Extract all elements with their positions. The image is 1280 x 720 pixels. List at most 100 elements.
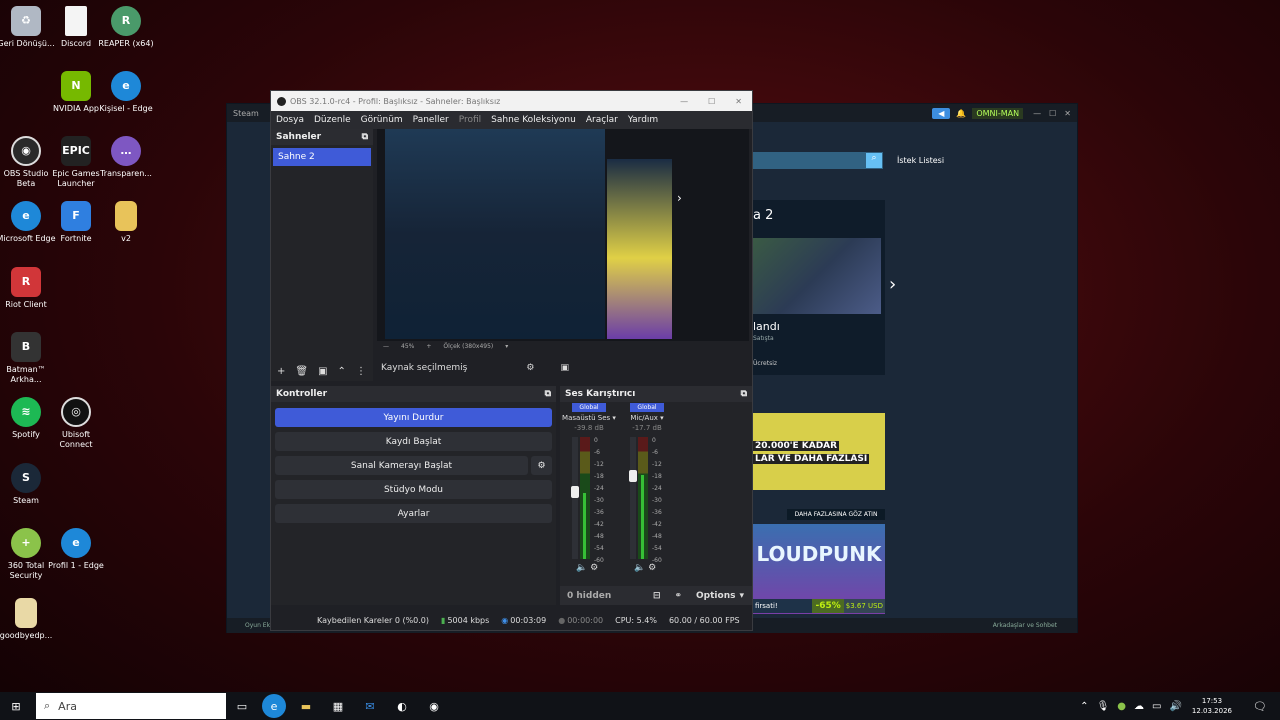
steam-search-bar[interactable] (753, 152, 883, 169)
menu-scene-collection[interactable]: Sahne Koleksiyonu (486, 115, 581, 125)
steam-add-game[interactable]: Oyun Ek (245, 622, 270, 629)
folder-icon[interactable]: ▬ (294, 694, 318, 718)
notification-icon[interactable]: 🗨 (1248, 694, 1272, 718)
search-icon[interactable]: ⌕ (866, 153, 882, 168)
gear-icon[interactable]: ⚙ (531, 456, 552, 475)
chevron-down-icon[interactable]: ▾ (739, 591, 744, 601)
mixer-channels: Global Masaüstü Ses ▾ -39.8 dB 0 -6 -12 -18 -24… (560, 403, 680, 583)
settings-button[interactable]: Ayarlar (275, 504, 552, 523)
menu-file[interactable]: Dosya (271, 115, 309, 125)
minimize-icon[interactable]: — (680, 97, 688, 106)
menu-profile[interactable]: Profil (454, 115, 486, 125)
obs-icon[interactable]: ◉ (422, 694, 446, 718)
steam-icon[interactable]: ◐ (390, 694, 414, 718)
desktop-icon-riot[interactable]: R Riot Client (0, 267, 57, 310)
preview-area[interactable]: › (377, 129, 749, 341)
zoom-out-icon[interactable]: — (383, 343, 389, 350)
dock-float-icon[interactable]: ⧉ (741, 389, 747, 399)
menu-view[interactable]: Görünüm (356, 115, 408, 125)
more-icon[interactable]: ⋮ (356, 366, 366, 377)
steam-notify-button[interactable]: ◀ (932, 107, 951, 119)
chevron-down-icon[interactable]: ▾ (505, 343, 508, 350)
mic-icon[interactable]: 🎙 (1097, 701, 1110, 712)
maximize-icon[interactable]: ☐ (1049, 109, 1056, 118)
desktop-icon-v2[interactable]: v2 (95, 201, 157, 244)
obs-window[interactable]: OBS 32.1.0-rc4 - Profil: Başlıksız - Sah… (270, 90, 753, 631)
volume-slider[interactable] (571, 437, 579, 559)
desktop-icon-goodbyedpi[interactable]: goodbyedp... (0, 598, 57, 641)
network-icon[interactable]: ▭ (1152, 701, 1161, 712)
taskbar-search[interactable]: ⌕ Ara (36, 693, 226, 719)
clock[interactable]: 17:53 12.03.2026 (1192, 696, 1232, 716)
green-app-icon[interactable]: ● (1117, 701, 1126, 712)
volume-slider[interactable] (629, 437, 637, 559)
volume-icon[interactable]: 🔊 (1169, 701, 1181, 712)
outlook-icon[interactable]: ✉ (358, 694, 382, 718)
close-icon[interactable]: ✕ (735, 97, 742, 106)
close-icon[interactable]: ✕ (1064, 109, 1071, 118)
filter-icon[interactable]: ▣ (318, 366, 327, 377)
desktop-icon-steam[interactable]: S Steam (0, 463, 57, 506)
steam-featured-card[interactable]: a 2 landı Satışta Ücretsiz (753, 200, 885, 375)
volume-icon[interactable]: 🔈 (576, 563, 587, 573)
desktop-icon-reaper[interactable]: R REAPER (x64) (95, 6, 157, 49)
dock-float-icon[interactable]: ⧉ (362, 132, 368, 142)
desktop-icon-edge-profile1[interactable]: e Profil 1 - Edge (45, 528, 107, 571)
steam-wishlist-link[interactable]: İstek Listesi (897, 156, 944, 165)
maximize-icon[interactable]: ☐ (708, 97, 715, 106)
menu-edit[interactable]: Düzenle (309, 115, 356, 125)
desktop-icon-edge-personal[interactable]: e Kişisel - Edge (95, 71, 157, 114)
filters-icon[interactable]: ▣ (560, 363, 569, 373)
dock-float-icon[interactable]: ⧉ (545, 389, 551, 399)
steam-promo-banner[interactable]: DAHA FAZLASINA GÖZ ATIN (787, 509, 885, 520)
stop-stream-button[interactable]: Yayını Durdur (275, 408, 552, 427)
cloud-icon[interactable]: ☁ (1134, 701, 1144, 712)
meter-tick: -36 (652, 509, 662, 516)
move-up-icon[interactable]: ⌃ (338, 366, 346, 377)
volume-slider-handle[interactable] (571, 486, 579, 498)
menu-help[interactable]: Yardım (623, 115, 663, 125)
options-button[interactable]: Options (696, 591, 735, 601)
steam-discount-row[interactable]: firsati! -65% $3.67 USD (753, 599, 885, 613)
store-icon[interactable]: ▦ (326, 694, 350, 718)
steam-user[interactable]: OMNI-MAN (972, 107, 1024, 119)
gear-icon[interactable]: ⚙ (590, 563, 598, 573)
channel-name[interactable]: Mic/Aux ▾ (618, 414, 676, 422)
volume-slider-handle[interactable] (629, 470, 637, 482)
menu-docks[interactable]: Paneller (408, 115, 454, 125)
scene-item[interactable]: Sahne 2 (273, 148, 371, 166)
windows-start-icon[interactable]: ⊞ (4, 694, 28, 718)
desktop-icon-ubisoft[interactable]: ◎ Ubisoft Connect (45, 397, 107, 450)
gear-icon[interactable]: ⚙ (648, 563, 656, 573)
add-icon[interactable]: + (277, 366, 285, 377)
task-view-icon[interactable]: ▭ (230, 694, 254, 718)
channel-name[interactable]: Masaüstü Ses ▾ (560, 414, 618, 422)
meter-tick: -42 (652, 521, 662, 528)
meter-tick: -18 (594, 473, 604, 480)
bell-icon[interactable]: 🔔 (956, 109, 966, 118)
taskbar-search-placeholder: Ara (58, 699, 77, 713)
volume-icon[interactable]: 🔈 (634, 563, 645, 573)
obs-title-bar: OBS 32.1.0-rc4 - Profil: Başlıksız - Sah… (271, 91, 752, 111)
desktop-icon-batman[interactable]: B Batman™ Arkha... (0, 332, 57, 385)
minimize-icon[interactable]: — (1033, 109, 1041, 118)
menu-tools[interactable]: Araçlar (581, 115, 623, 125)
channel-controls: 🔈 ⚙ (634, 563, 656, 573)
edge-icon[interactable]: e (262, 694, 286, 718)
steam-featured-sub: landı (753, 320, 780, 333)
gear-icon[interactable]: ⚙ (526, 363, 534, 373)
chevron-right-icon[interactable]: › (677, 191, 682, 205)
trash-icon[interactable]: 🗑 (295, 366, 308, 377)
chevron-up-icon[interactable]: ⌃ (1080, 701, 1088, 712)
steam-promo-card[interactable]: 20.000'E KADAR LAR VE DAHA FAZLASI (753, 413, 885, 490)
start-record-button[interactable]: Kaydı Başlat (275, 432, 552, 451)
link-icon[interactable]: ⚭ (674, 591, 682, 601)
virtual-cam-button[interactable]: Sanal Kamerayı Başlat (275, 456, 528, 475)
zoom-in-icon[interactable]: + (426, 343, 431, 350)
chevron-right-icon[interactable]: › (889, 274, 896, 295)
steam-friends[interactable]: Arkadaşlar ve Sohbet (993, 618, 1057, 633)
studio-mode-button[interactable]: Stüdyo Modu (275, 480, 552, 499)
bitrate: 5004 kbps (447, 616, 490, 625)
layout-icon[interactable]: ⊟ (653, 591, 661, 601)
desktop-icon-transparent[interactable]: … Transparen... (95, 136, 157, 179)
